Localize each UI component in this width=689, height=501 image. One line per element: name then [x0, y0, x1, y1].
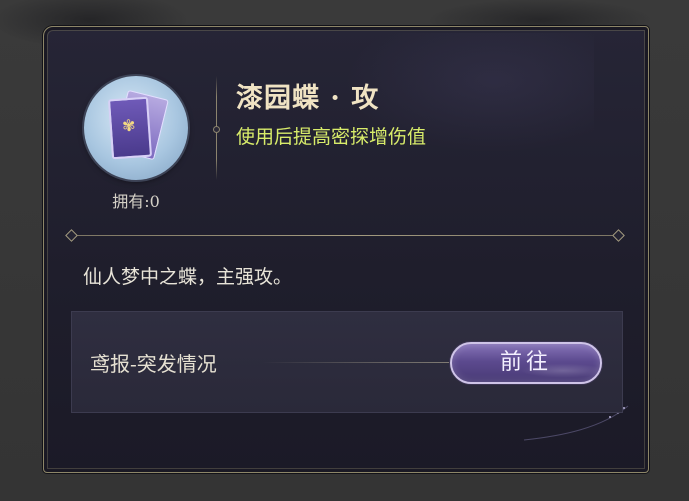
card-front: ✾ [107, 96, 153, 160]
owned-count: 拥有:0 [112, 192, 160, 211]
item-name: 漆园蝶 · 攻 [236, 83, 380, 114]
item-effect: 使用后提高密探增伤值 [236, 126, 427, 148]
divider-knot [213, 126, 220, 133]
butterfly-emblem-icon: ✾ [121, 115, 137, 136]
butterfly-card-icon: ✾ [84, 76, 188, 180]
go-button-label: 前往 [499, 350, 552, 375]
section-divider [72, 235, 618, 236]
item-flavor-text: 仙人梦中之蝶，主强攻。 [83, 266, 293, 288]
source-row: 鸢报-突发情况 前往 [71, 311, 623, 413]
source-label: 鸢报-突发情况 [90, 352, 217, 376]
go-button[interactable]: 前往 [450, 342, 602, 384]
source-connector-line [262, 362, 450, 363]
